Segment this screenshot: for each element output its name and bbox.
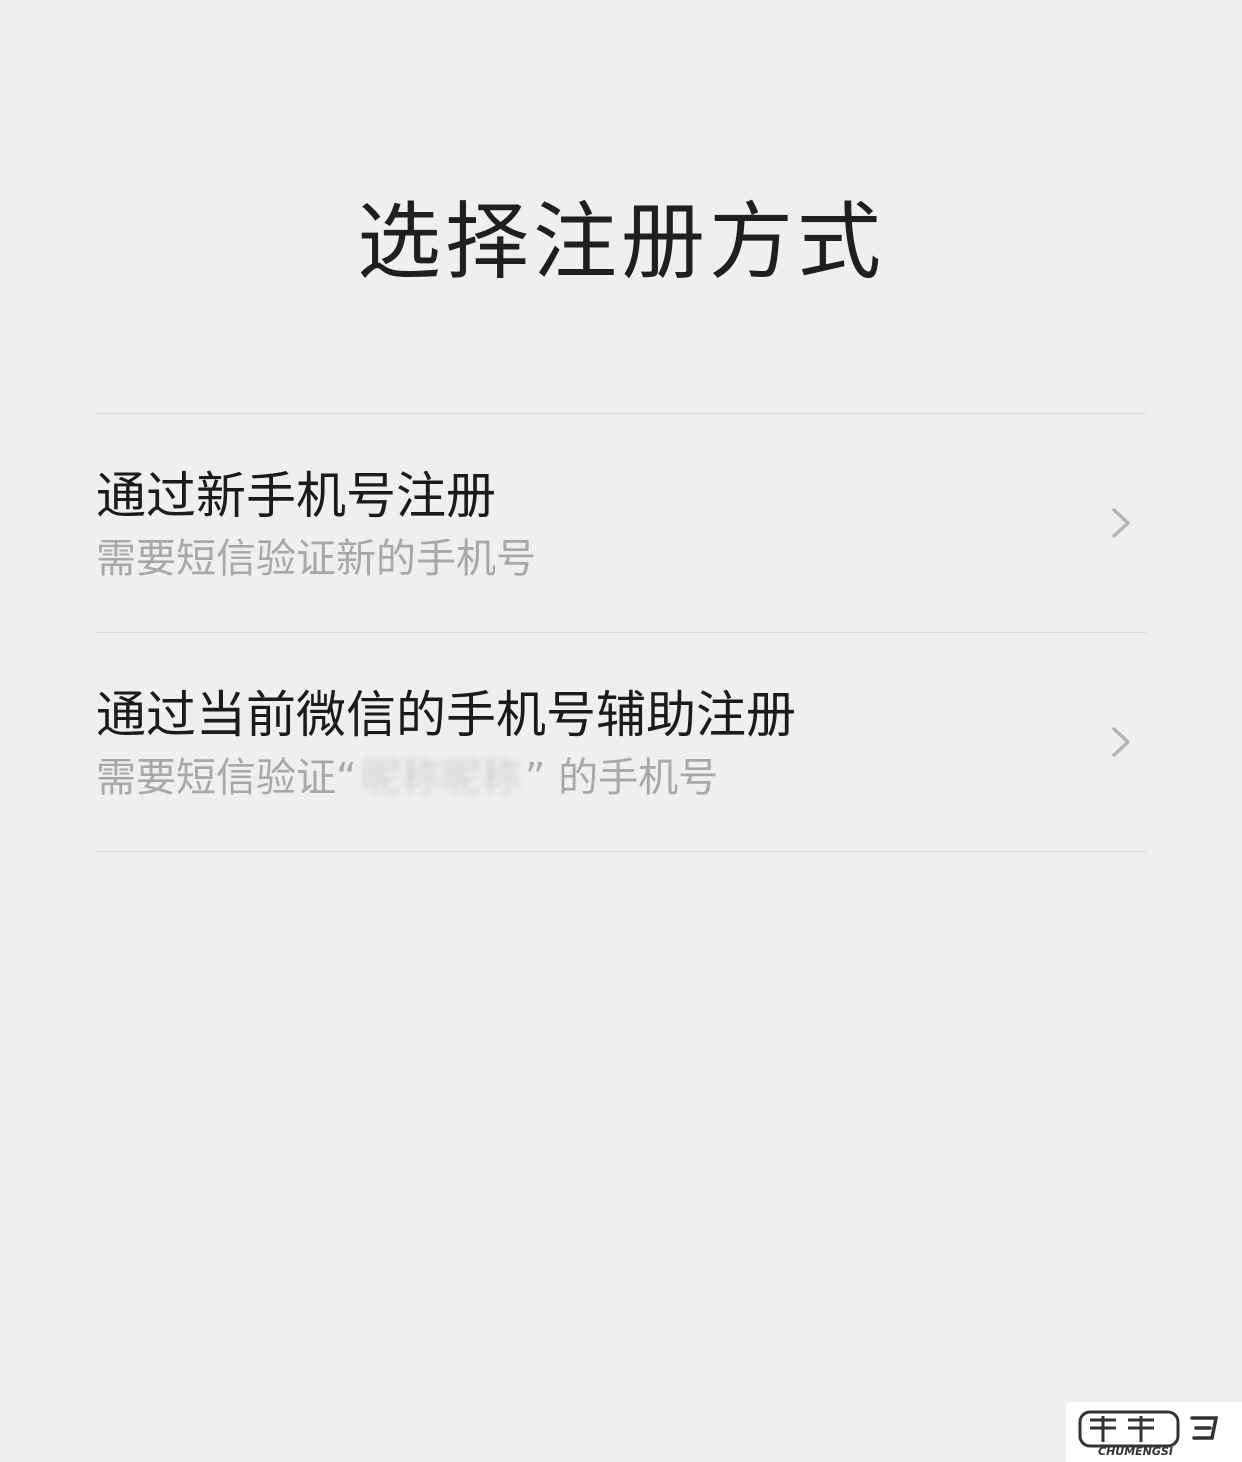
watermark-logo: CHUMENGSI — [1066, 1402, 1242, 1462]
desc-prefix: 需要短信验证 — [96, 755, 336, 801]
option-title: 通过当前微信的手机号辅助注册 — [96, 686, 796, 744]
option-title: 通过新手机号注册 — [96, 467, 496, 525]
desc-close-quote: ” — [524, 755, 546, 801]
watermark-logo-graphic: CHUMENGSI — [1078, 1410, 1219, 1458]
chevron-right-icon — [1104, 506, 1138, 540]
desc-open-quote: “ — [336, 755, 357, 801]
register-current-wechat-phone-option[interactable]: 通过当前微信的手机号辅助注册 需要短信验证“ 昵称昵称” 的手机号 — [96, 633, 1146, 852]
chevron-right-icon — [1104, 725, 1138, 759]
page-title: 选择注册方式 — [356, 193, 885, 291]
register-option-list: 通过新手机号注册 需要短信验证新的手机号 通过当前微信的手机号辅助注册 需要短信… — [96, 413, 1146, 852]
watermark-brand-text: CHUMENGSI — [1098, 1445, 1173, 1458]
masked-nickname: 昵称昵称 — [360, 755, 521, 801]
option-desc: 需要短信验证“ 昵称昵称” 的手机号 — [96, 753, 718, 803]
desc-suffix: 的手机号 — [545, 755, 719, 801]
option-desc: 需要短信验证新的手机号 — [96, 536, 536, 582]
register-new-phone-option[interactable]: 通过新手机号注册 需要短信验证新的手机号 — [96, 414, 1146, 633]
